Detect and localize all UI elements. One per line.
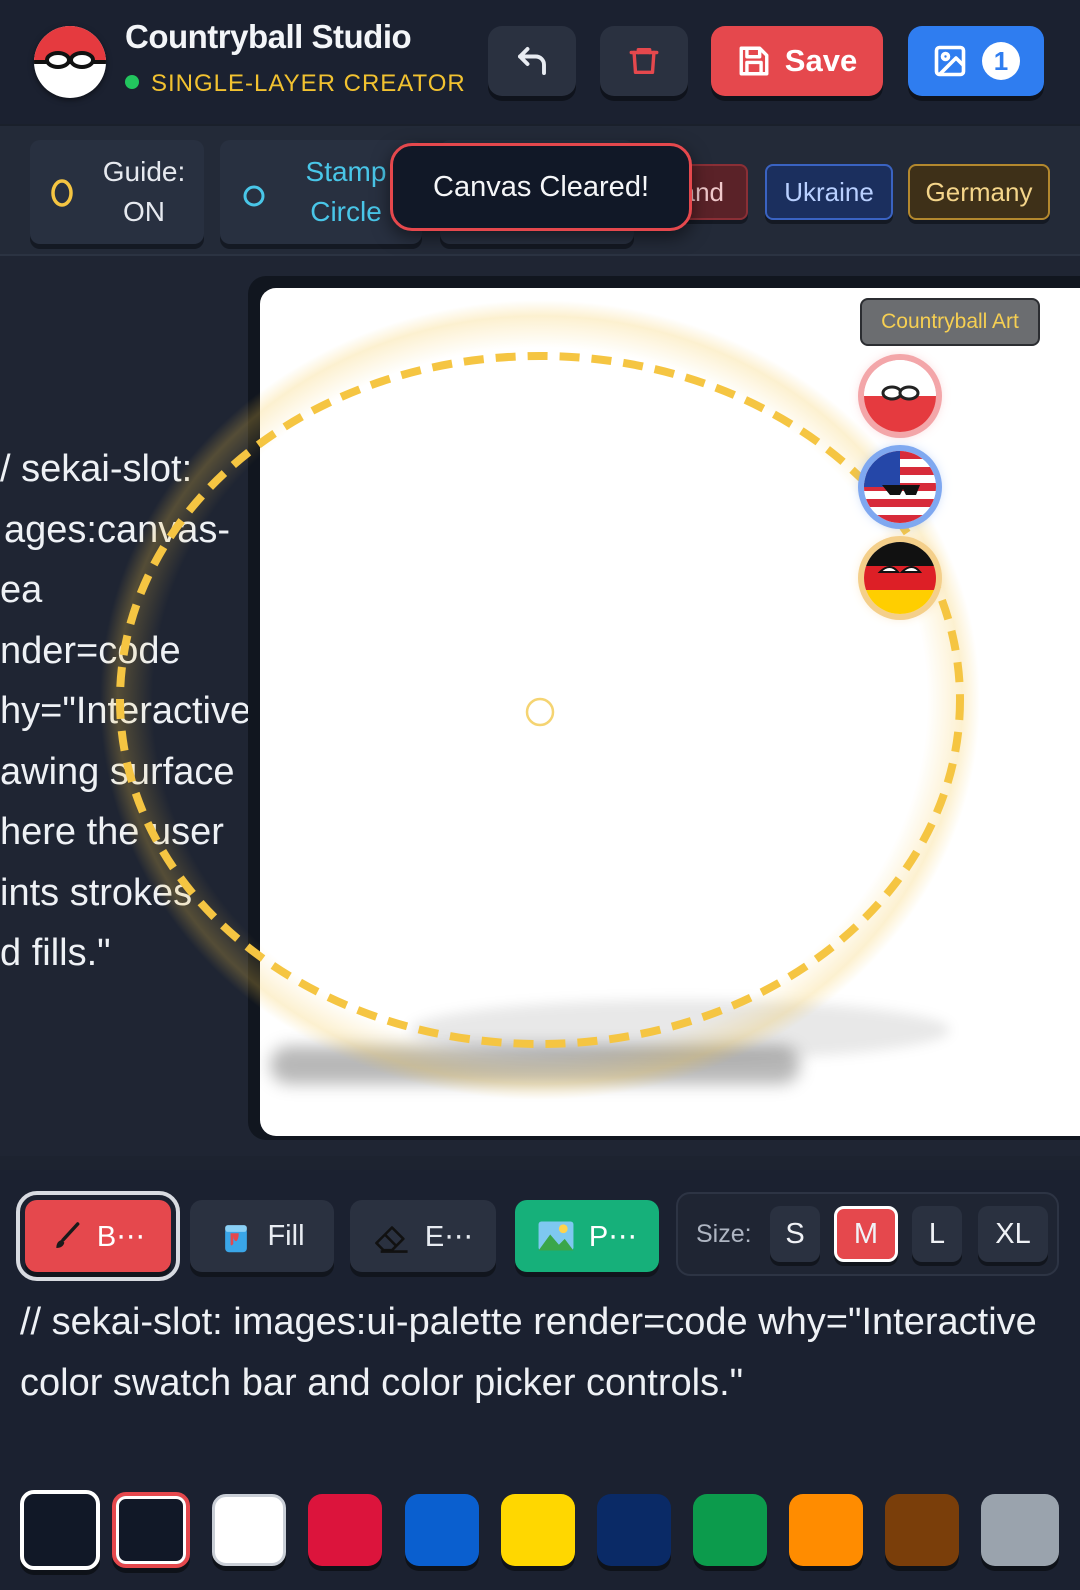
- paint-bucket-icon: [225, 1225, 248, 1253]
- germany-ball-icon: [864, 542, 936, 614]
- slot-note-line: ages:canvas-: [4, 508, 231, 551]
- color-swatch[interactable]: [308, 1494, 382, 1566]
- picture-icon: [538, 1221, 574, 1251]
- image-icon: [934, 45, 966, 77]
- size-option-xl[interactable]: XL: [978, 1206, 1048, 1262]
- toast-notification: Canvas Cleared!: [390, 143, 692, 231]
- eraser-icon: [374, 1226, 408, 1253]
- app-header: Countryball Studio SINGLE-LAYER CREATOR …: [0, 0, 1080, 124]
- size-option-m[interactable]: M: [834, 1206, 898, 1262]
- save-button-label: Save: [784, 43, 858, 78]
- color-swatch[interactable]: [789, 1494, 863, 1566]
- gallery-button[interactable]: 1: [908, 26, 1044, 96]
- germany-ball-stamp[interactable]: [864, 542, 936, 614]
- fill-tool-label: Fill: [267, 1219, 305, 1252]
- color-swatch[interactable]: [885, 1494, 959, 1566]
- eraser-tool-button[interactable]: E⋯: [350, 1200, 496, 1272]
- gallery-count-badge: 1: [982, 42, 1020, 80]
- app-logo: [34, 26, 106, 98]
- color-swatch[interactable]: [405, 1494, 479, 1566]
- brush-tool-label: B⋯: [96, 1220, 146, 1253]
- color-swatch-selected[interactable]: [112, 1492, 190, 1568]
- slot-note-line: ints strokes: [0, 871, 193, 914]
- poland-ball-stamp[interactable]: [864, 360, 936, 432]
- canvas-slot-note: / sekai-slot: ages:canvas- ea nder=code …: [0, 439, 260, 984]
- palette-slot-note: // sekai-slot: images:ui-palette render=…: [20, 1301, 1037, 1404]
- color-swatch[interactable]: [20, 1490, 100, 1570]
- usa-ball-icon: [864, 451, 936, 523]
- app-subtitle-text: SINGLE-LAYER CREATOR: [151, 70, 466, 97]
- save-button[interactable]: Save: [711, 26, 883, 96]
- clear-canvas-button[interactable]: [600, 26, 688, 96]
- country-chip-germany[interactable]: Germany: [908, 164, 1050, 220]
- slot-note-line: / sekai-slot:: [0, 448, 193, 490]
- size-label: Size:: [696, 1220, 752, 1248]
- fill-tool-button[interactable]: Fill: [190, 1200, 334, 1272]
- slot-note-line: hy="Interactive: [0, 690, 252, 732]
- brush-tool-button[interactable]: B⋯: [16, 1191, 180, 1281]
- size-option-l[interactable]: L: [912, 1206, 962, 1262]
- color-swatch[interactable]: [501, 1494, 575, 1566]
- undo-icon: [518, 47, 546, 75]
- guide-toggle[interactable]: Guide: ON: [30, 140, 204, 244]
- photo-tool-button[interactable]: P⋯: [515, 1200, 659, 1272]
- slot-note-line: awing surface: [0, 750, 235, 793]
- poland-ball-icon: [864, 360, 936, 432]
- photo-tool-label: P⋯: [588, 1220, 638, 1253]
- country-chip-ukraine[interactable]: Ukraine: [765, 164, 893, 220]
- status-dot: [125, 75, 139, 89]
- color-swatch[interactable]: [597, 1494, 671, 1566]
- color-swatch[interactable]: [212, 1494, 286, 1566]
- app-subtitle: SINGLE-LAYER CREATOR: [125, 70, 466, 98]
- size-option-s[interactable]: S: [770, 1206, 820, 1262]
- slot-note-line: d fills.": [0, 932, 111, 974]
- circle-icon: [243, 185, 265, 207]
- usa-ball-stamp[interactable]: [864, 451, 936, 523]
- drawing-canvas[interactable]: [260, 288, 1080, 1136]
- art-label: Countryball Art: [860, 298, 1040, 346]
- color-swatch[interactable]: [693, 1494, 767, 1566]
- trash-icon: [629, 47, 659, 75]
- slot-note-line: here the user: [0, 811, 224, 853]
- brush-icon: [56, 1222, 80, 1248]
- slot-note-line: ea: [0, 569, 43, 611]
- slot-note-line: nder=code: [0, 629, 181, 672]
- floppy-disk-icon: [739, 46, 769, 76]
- color-swatch[interactable]: [981, 1494, 1059, 1566]
- undo-button[interactable]: [488, 26, 576, 96]
- guide-ring-icon: [51, 179, 73, 207]
- canvas-shadow: [270, 1046, 800, 1084]
- app-title: Countryball Studio: [125, 18, 412, 55]
- eraser-tool-label: E⋯: [424, 1220, 474, 1253]
- guide-toggle-label: Guide: ON: [102, 156, 186, 227]
